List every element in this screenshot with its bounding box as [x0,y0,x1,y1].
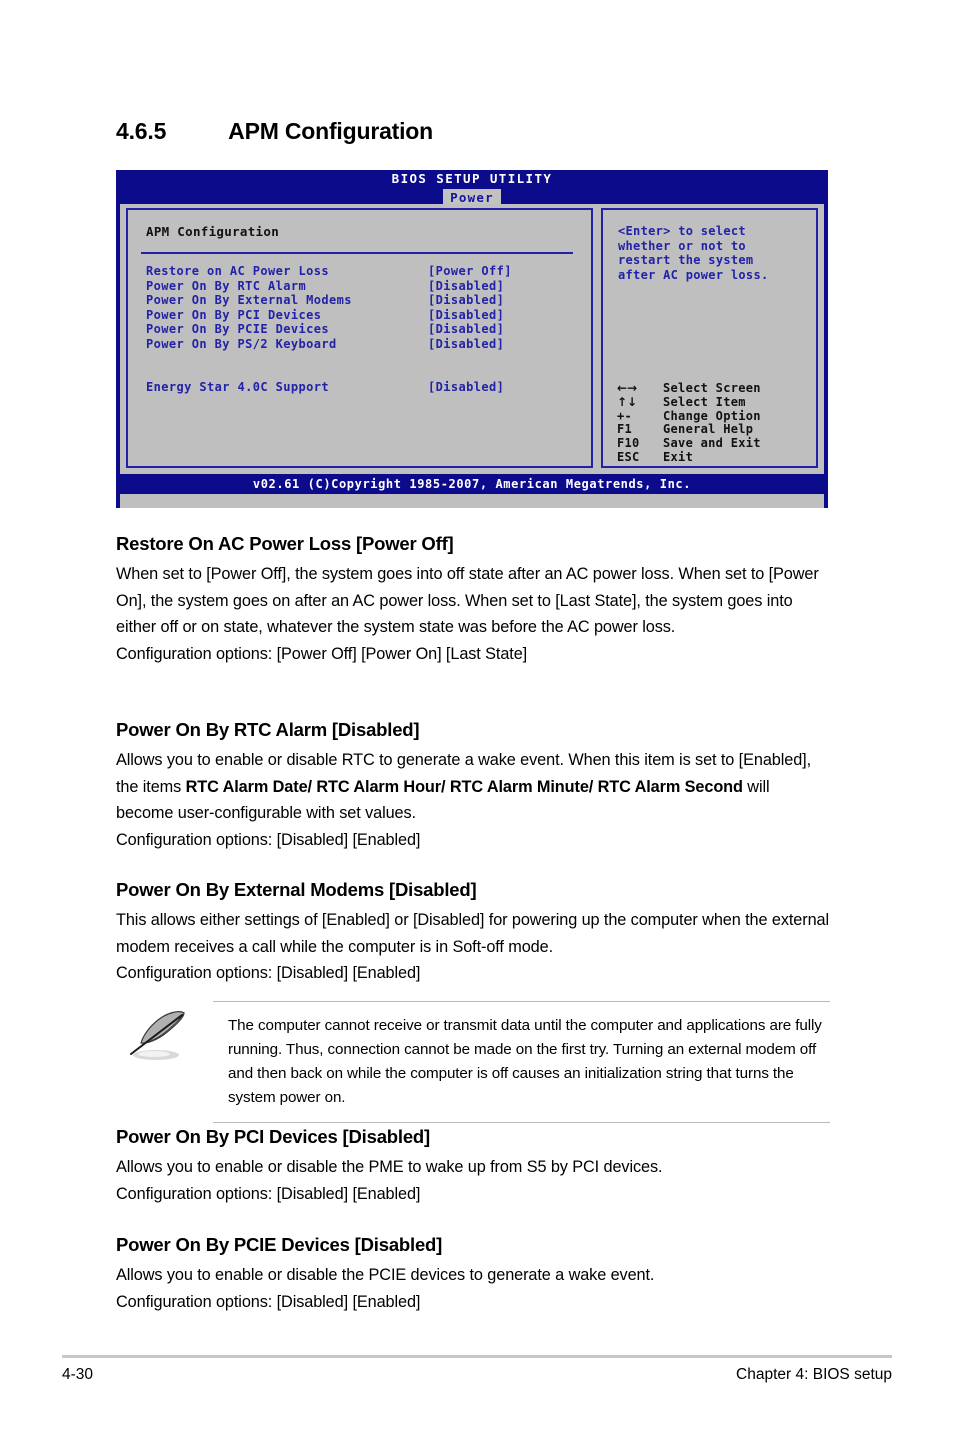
document-page: 4.6.5 APM Configuration BIOS SETUP UTILI… [0,0,954,1438]
item-body: Allows you to enable or disable the PCIE… [116,1266,655,1311]
option-label: Power On By PCI Devices [146,307,322,322]
esc-key-icon: ESC [617,449,640,464]
page-number: 4-30 [62,1366,94,1383]
option-spacer [146,351,576,380]
item-body: When set to [Power Off], the system goes… [116,565,819,663]
f1-key-icon: F1 [617,422,633,437]
help-text: <Enter> to select whether or not to rest… [618,224,798,282]
option-value: [Disabled] [428,307,505,322]
bios-option-row[interactable]: Power On By PCIE Devices [Disabled] [146,322,576,337]
legend-row: ↑↓ Select Item [617,394,817,410]
help-line: whether or not to [618,238,746,253]
up-down-arrow-icon: ↑↓ [617,394,638,409]
bios-settings-panel: APM Configuration Restore on AC Power Lo… [126,208,593,468]
legend-description: Save and Exit [663,436,761,451]
legend-row: F10 Save and Exit [617,436,817,451]
option-label: Energy Star 4.0C Support [146,380,329,394]
bios-option-row-energy-star[interactable]: Energy Star 4.0C Support [Disabled] [146,380,576,395]
option-value: [Disabled] [428,336,505,351]
bios-body: APM Configuration Restore on AC Power Lo… [120,204,824,474]
item-body: Allows you to enable or disable the PME … [116,1158,663,1203]
footer-chapter-label: Chapter 4: BIOS setup [736,1366,892,1383]
help-line: after AC power loss. [618,267,769,282]
option-value: [Disabled] [428,322,505,336]
legend-description: Select Screen [663,381,761,395]
bios-help-panel: <Enter> to select whether or not to rest… [601,208,818,468]
item-power-on-by-rtc-alarm: Power On By RTC Alarm [Disabled] Allows … [116,719,830,853]
legend-row: F1 General Help [617,423,817,437]
option-value: [Disabled] [428,278,505,293]
option-label: Power On By PS/2 Keyboard [146,336,337,351]
item-body: Allows you to enable or disable RTC to g… [116,751,811,849]
option-label: Power On By RTC Alarm [146,278,307,293]
legend-description: General Help [663,422,754,437]
option-value: [Disabled] [428,380,505,394]
option-label: Power On By External Modems [146,293,352,307]
heading-divider [141,252,573,254]
legend-row: +- Change Option [617,408,817,424]
bios-option-list: Restore on AC Power Loss [Power Off] Pow… [146,264,576,395]
bios-setup-screenshot: BIOS SETUP UTILITY Power APM Configurati… [116,170,828,508]
item-power-on-by-external-modems: Power On By External Modems [Disabled] T… [116,879,830,987]
footer-divider [62,1355,892,1358]
note-callout: The computer cannot receive or transmit … [116,1001,830,1123]
note-text: The computer cannot receive or transmit … [228,1017,822,1106]
section-number: 4.6.5 [116,118,167,144]
bios-option-row[interactable]: Power On By External Modems [Disabled] [146,293,576,308]
item-heading: Power On By External Modems [Disabled] [116,879,477,900]
bios-key-legend: ←→ Select Screen ↑↓ Select Item +- Chang… [617,381,817,465]
item-power-on-by-pci-devices: Power On By PCI Devices [Disabled] Allow… [116,1126,830,1207]
legend-description: Exit [663,449,694,464]
bios-option-row[interactable]: Restore on AC Power Loss [Power Off] [146,264,576,279]
help-line: <Enter> to select [618,224,746,238]
quill-pen-icon [122,1007,198,1069]
bios-title: BIOS SETUP UTILITY [391,171,553,186]
bios-option-row[interactable]: Power On By PS/2 Keyboard [Disabled] [146,337,576,352]
bios-option-row[interactable]: Power On By RTC Alarm [Disabled] [146,279,576,294]
bios-footer: v02.61 (C)Copyright 1985-2007, American … [120,474,824,494]
item-heading: Power On By RTC Alarm [Disabled] [116,719,420,740]
option-value: [Disabled] [428,293,505,307]
f10-key-icon: F10 [617,436,640,451]
option-label: Restore on AC Power Loss [146,264,329,278]
legend-description: Select Item [663,394,746,409]
option-label: Power On By PCIE Devices [146,322,329,336]
help-line: restart the system [618,253,754,267]
plus-minus-icon: +- [617,408,633,423]
option-value: [Power Off] [428,264,512,278]
section-title: APM Configuration [228,118,434,144]
item-heading: Power On By PCI Devices [Disabled] [116,1126,430,1147]
item-heading: Restore On AC Power Loss [Power Off] [116,533,454,554]
item-body: This allows either settings of [Enabled]… [116,911,830,982]
bios-option-row[interactable]: Power On By PCI Devices [Disabled] [146,308,576,323]
item-heading: Power On By PCIE Devices [Disabled] [116,1234,443,1255]
bios-title-bar: BIOS SETUP UTILITY Power [120,170,824,207]
legend-row: ←→ Select Screen [617,381,817,396]
apm-configuration-heading: APM Configuration [146,224,280,239]
item-restore-on-ac-power-loss: Restore On AC Power Loss [Power Off] Whe… [116,533,830,667]
legend-description: Change Option [663,408,761,423]
left-right-arrow-icon: ←→ [617,381,638,395]
section-heading: 4.6.5 APM Configuration [116,118,836,145]
note-body: The computer cannot receive or transmit … [213,1001,830,1123]
item-power-on-by-pcie-devices: Power On By PCIE Devices [Disabled] Allo… [116,1234,830,1315]
legend-row: ESC Exit [617,449,817,465]
